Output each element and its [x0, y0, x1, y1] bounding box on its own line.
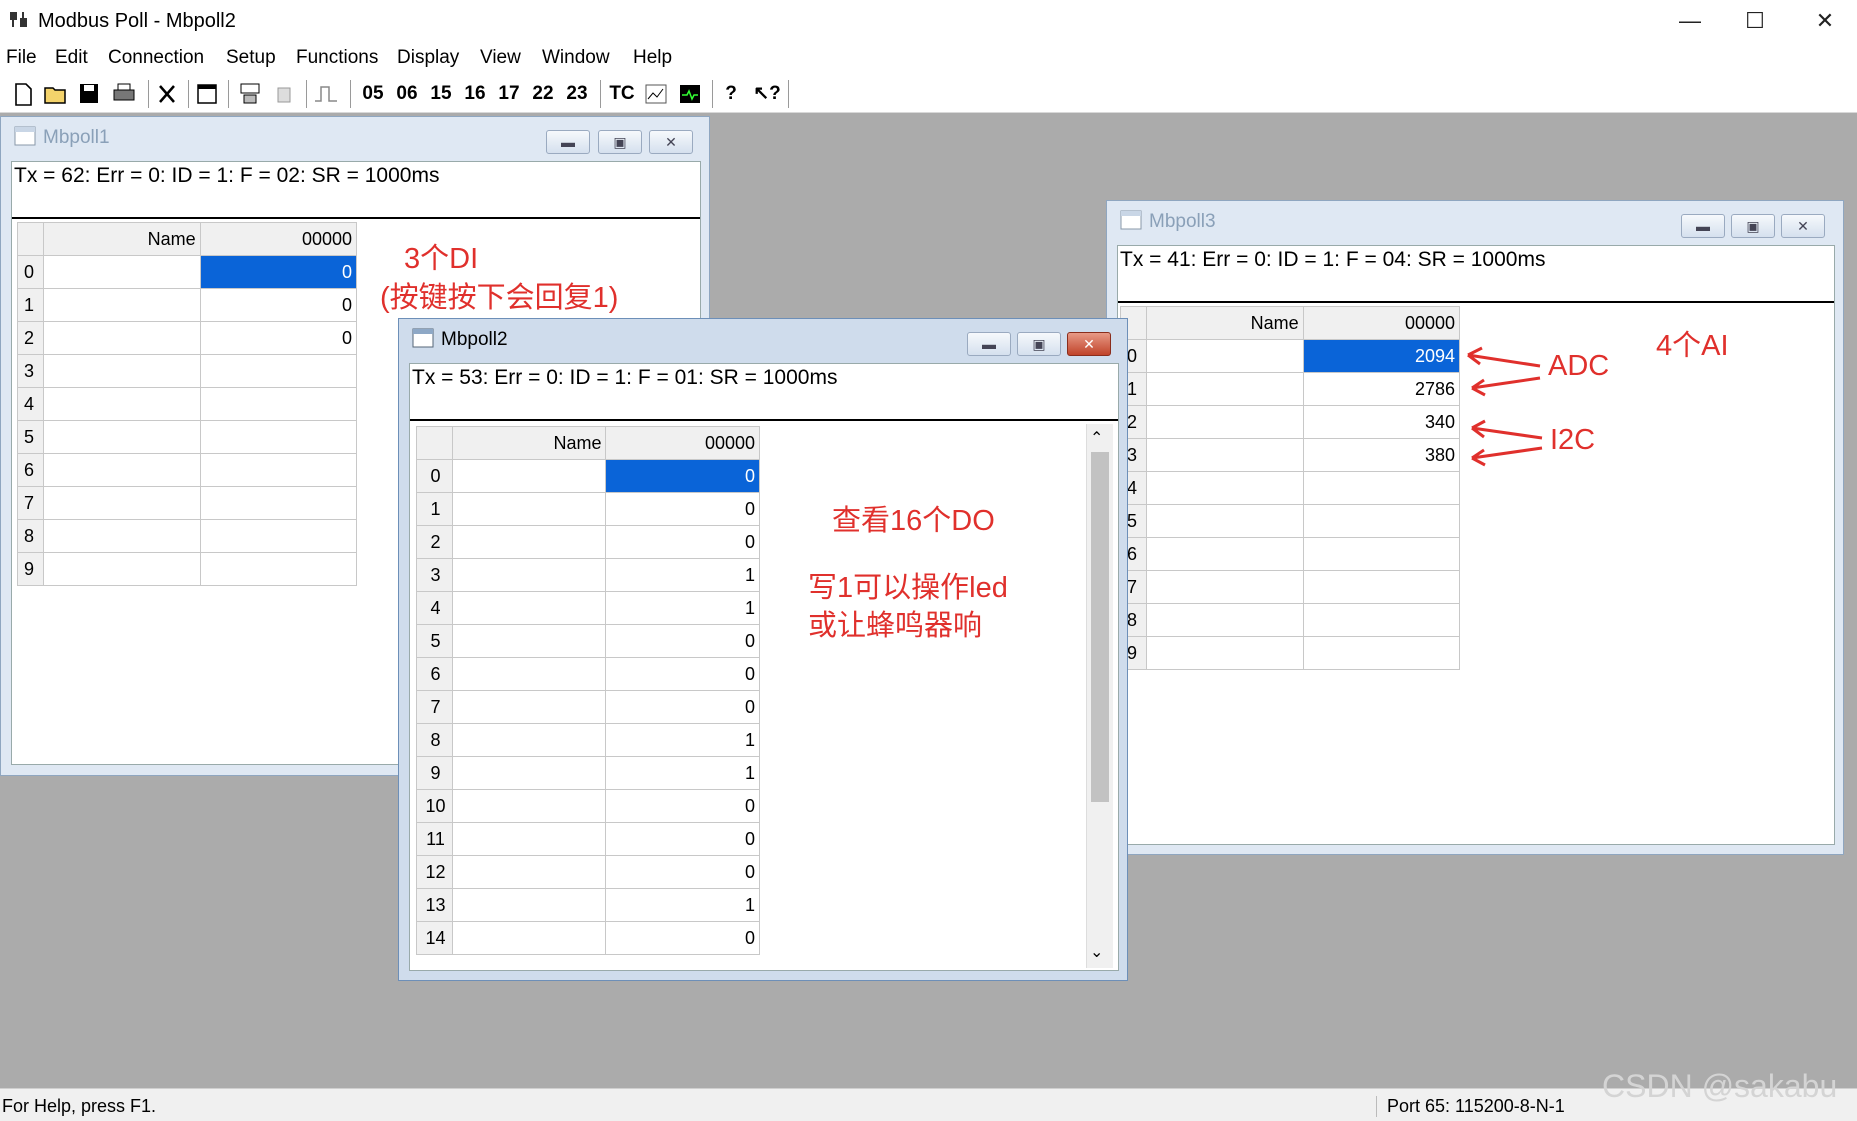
status-bar: For Help, press F1. Port 65: 115200-8-N-…	[0, 1088, 1857, 1121]
status-port-text: Port 65: 115200-8-N-1	[1376, 1096, 1565, 1117]
status-help-text: For Help, press F1.	[2, 1096, 157, 1116]
annotation-arrows	[1467, 346, 1543, 467]
adc-arrows	[1467, 346, 1543, 467]
watermark: CSDN @sakabu	[1602, 1068, 1838, 1104]
